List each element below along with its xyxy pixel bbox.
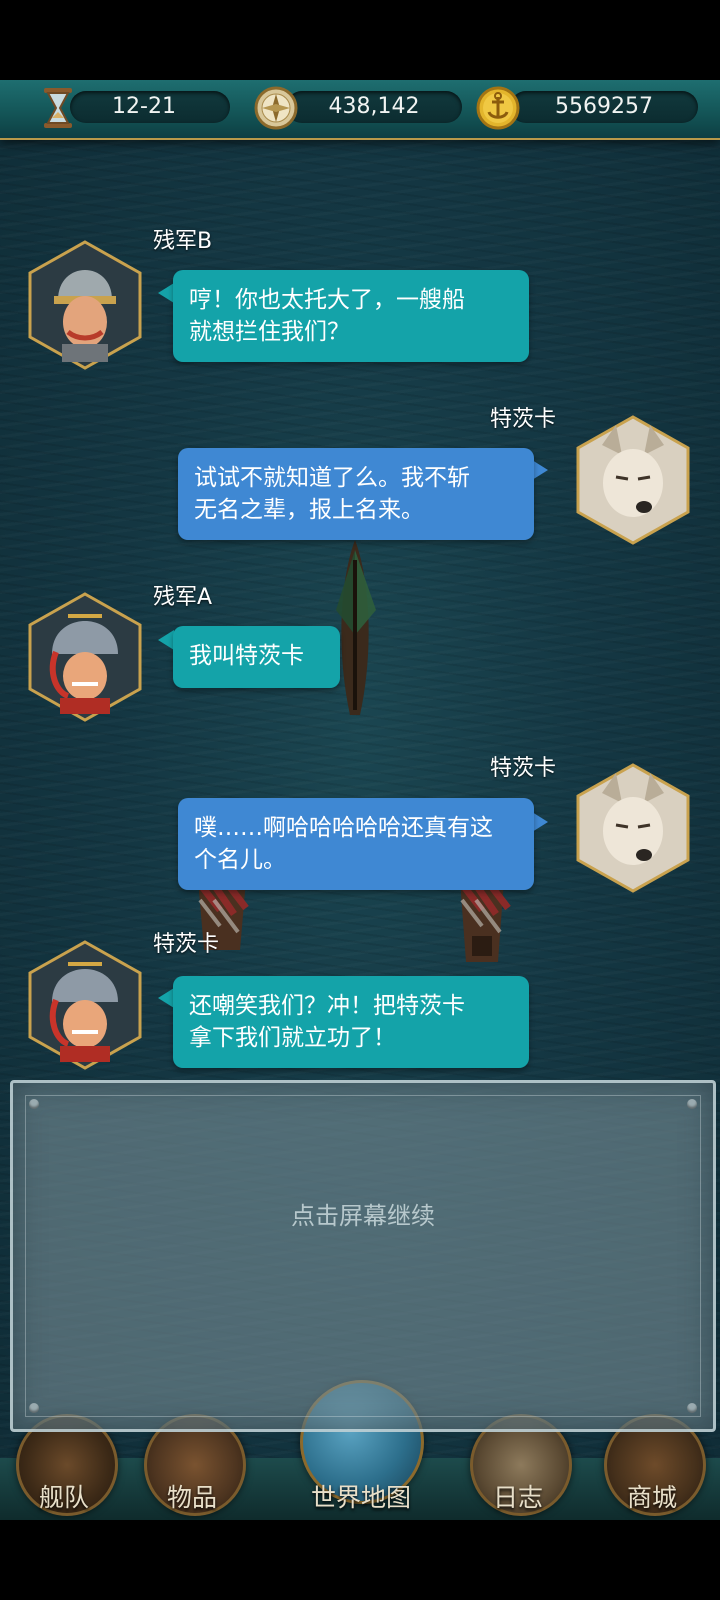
bubble-tail <box>532 460 548 480</box>
speaker-name: 特茨卡 <box>490 407 557 432</box>
soldier-avatar <box>28 240 142 370</box>
anchor-coin-icon <box>476 86 520 130</box>
speaker-name: 特茨卡 <box>153 932 220 957</box>
speech-bubble: 哼！你也太托大了，一艘船 就想拦住我们？ <box>173 270 529 362</box>
gold-pill[interactable]: 5569257 <box>510 91 698 123</box>
speech-text-line: 个名儿。 <box>194 847 286 873</box>
panel-rivet <box>29 1403 39 1413</box>
silver-value: 438,142 <box>328 94 420 119</box>
panel-rivet <box>29 1099 39 1109</box>
speech-bubble: 还嘲笑我们？冲！把特茨卡 拿下我们就立功了！ <box>173 976 529 1068</box>
gold-value: 5569257 <box>555 94 653 119</box>
date-pill: 12-21 <box>70 91 230 123</box>
silver-pill: 438,142 <box>286 91 462 123</box>
nav-label: 物品 <box>166 1483 217 1512</box>
wolf-avatar <box>576 763 690 893</box>
speech-text-line: 试试不就知道了么。我不斩 <box>194 465 470 491</box>
bubble-tail <box>158 988 174 1008</box>
speech-text-line: 就想拦住我们？ <box>189 319 350 345</box>
panel-rivet <box>687 1403 697 1413</box>
soldier-avatar <box>28 592 142 722</box>
nav-gesture-area <box>0 1520 720 1600</box>
speech-bubble: 噗……啊哈哈哈哈哈还真有这 个名儿。 <box>178 798 534 890</box>
speech-bubble: 我叫特茨卡 <box>173 626 340 688</box>
status-bar <box>0 0 720 80</box>
speech-bubble: 试试不就知道了么。我不斩 无名之辈，报上名来。 <box>178 448 534 540</box>
speech-text-line: 我叫特茨卡 <box>189 643 304 669</box>
date-value: 12-21 <box>112 94 176 119</box>
nav-label: 商城 <box>626 1483 677 1512</box>
bubble-tail <box>158 283 174 303</box>
hourglass-icon <box>44 88 72 128</box>
speech-text-line: 噗……啊哈哈哈哈哈还真有这 <box>194 815 493 841</box>
speaker-name: 残军B <box>153 229 213 254</box>
resource-bar: 12-21 438,142 5569257 <box>0 80 720 140</box>
speech-text-line: 无名之辈，报上名来。 <box>194 497 424 523</box>
nav-label: 世界地图 <box>310 1483 411 1512</box>
panel-rivet <box>687 1099 697 1109</box>
speech-text-line: 哼！你也太托大了，一艘船 <box>189 287 465 313</box>
speaker-name: 特茨卡 <box>490 756 557 781</box>
bubble-tail <box>532 812 548 832</box>
nav-label: 舰队 <box>38 1483 89 1512</box>
soldier-avatar <box>28 940 142 1070</box>
continue-panel[interactable]: 点击屏幕继续 <box>10 1080 716 1432</box>
wolf-avatar <box>576 415 690 545</box>
panel-frame <box>25 1095 701 1417</box>
speech-text-line: 还嘲笑我们？冲！把特茨卡 <box>189 993 465 1019</box>
bubble-tail <box>158 630 174 650</box>
tap-to-continue-text: 点击屏幕继续 <box>291 1202 435 1230</box>
compass-icon <box>254 86 298 130</box>
speech-text-line: 拿下我们就立功了！ <box>189 1025 396 1051</box>
speaker-name: 残军A <box>153 585 213 610</box>
nav-label: 日志 <box>492 1483 543 1512</box>
